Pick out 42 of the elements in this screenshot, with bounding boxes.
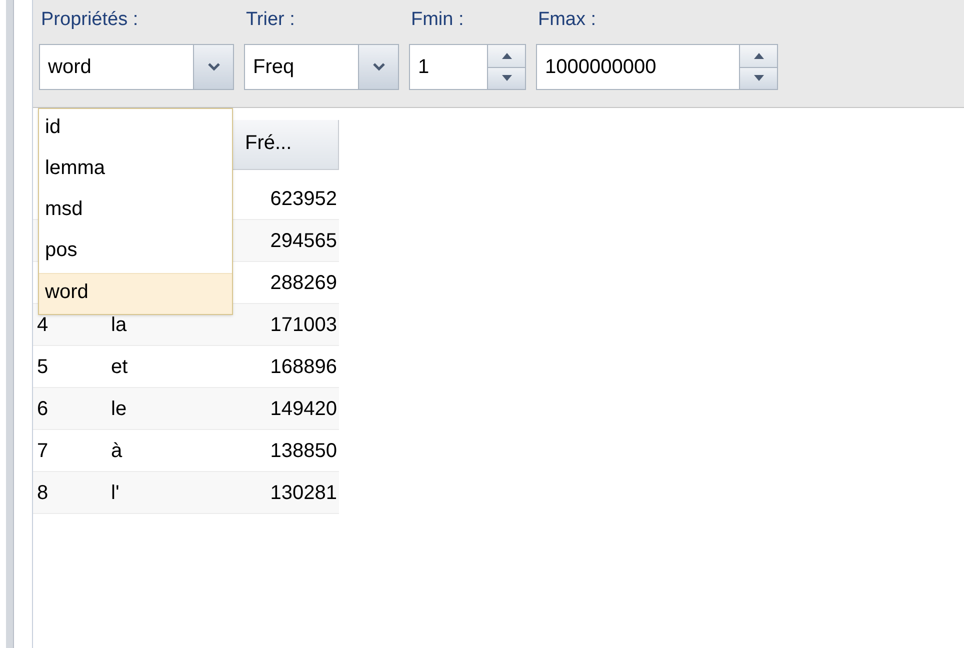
spin-up-button[interactable] xyxy=(740,45,777,68)
chevron-down-icon xyxy=(372,63,384,71)
table-cell-text: et xyxy=(110,354,129,380)
table-cell-text: 7 xyxy=(36,438,50,464)
table-cell-text: 5 xyxy=(36,354,50,380)
dropdown[interactable]: Freq xyxy=(244,44,399,90)
column-header[interactable]: Fré... xyxy=(233,120,339,170)
triangle-up-icon xyxy=(754,52,764,59)
spinner-field[interactable]: 1000000000 xyxy=(536,44,778,90)
table-cell-text: 288269 xyxy=(269,270,338,296)
triangle-up-icon xyxy=(502,52,512,59)
table-cell-text: 4 xyxy=(36,312,50,338)
table-cell-text: 138850 xyxy=(269,438,338,464)
triangle-down-icon xyxy=(502,75,512,82)
dropdown-option[interactable]: id xyxy=(39,109,232,150)
dropdown-option[interactable]: lemma xyxy=(39,150,232,191)
triangle-down-icon xyxy=(754,75,764,82)
table-cell-text: 8 xyxy=(36,480,50,506)
table-cell-text: la xyxy=(110,312,128,338)
table-cell-text: 623952 xyxy=(269,186,338,212)
table-cell-text: l' xyxy=(110,480,120,506)
spin-up-button[interactable] xyxy=(488,45,525,68)
field-label: Fmin : xyxy=(410,8,465,32)
spin-down-button[interactable] xyxy=(740,68,777,89)
field-label: Trier : xyxy=(245,8,296,32)
dropdown-option[interactable]: word xyxy=(39,273,232,314)
chevron-down-icon xyxy=(208,63,220,71)
dropdown-option[interactable]: msd xyxy=(39,191,232,232)
table-cell-text: 130281 xyxy=(269,480,338,506)
spinner-field[interactable]: 1 xyxy=(409,44,526,90)
table-cell-text: 149420 xyxy=(269,396,338,422)
table-cell-text: 168896 xyxy=(269,354,338,380)
table-cell-text: le xyxy=(110,396,128,422)
dropdown-option[interactable]: pos xyxy=(39,232,232,273)
table-cell-text: à xyxy=(110,438,124,464)
table-cell-text: 294565 xyxy=(269,228,338,254)
field-label: Propriétés : xyxy=(40,8,140,32)
table-cell-text: 6 xyxy=(36,396,50,422)
spin-down-button[interactable] xyxy=(488,68,525,89)
field-label: Fmax : xyxy=(537,8,598,32)
table-cell-text: 171003 xyxy=(269,312,338,338)
dropdown[interactable]: word xyxy=(39,44,234,90)
